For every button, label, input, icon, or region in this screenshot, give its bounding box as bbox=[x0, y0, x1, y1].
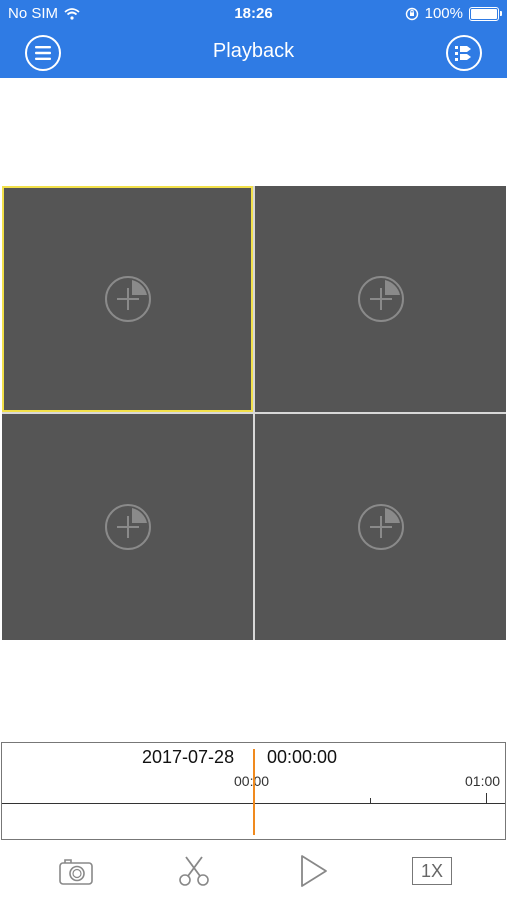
timeline-cursor[interactable] bbox=[253, 749, 255, 835]
clip-button[interactable] bbox=[172, 851, 216, 891]
speed-button[interactable]: 1X bbox=[410, 851, 454, 891]
battery-icon bbox=[469, 6, 502, 21]
device-list-button[interactable] bbox=[446, 35, 482, 71]
top-bar: No SIM 18:26 100% Playback bbox=[0, 0, 507, 78]
add-channel-icon[interactable] bbox=[103, 502, 153, 552]
add-channel-icon[interactable] bbox=[356, 502, 406, 552]
video-cell-2[interactable] bbox=[255, 186, 506, 412]
add-channel-icon[interactable] bbox=[103, 274, 153, 324]
play-button[interactable] bbox=[290, 851, 334, 891]
bottom-toolbar: 1X bbox=[0, 845, 507, 900]
battery-label: 100% bbox=[424, 5, 463, 22]
video-cell-4[interactable] bbox=[255, 414, 506, 640]
video-cell-3[interactable] bbox=[2, 414, 253, 640]
add-channel-icon[interactable] bbox=[356, 274, 406, 324]
device-list-icon bbox=[455, 46, 471, 61]
timeline[interactable]: 2017-07-28 00:00:00 00:00 01:00 bbox=[1, 742, 506, 840]
timeline-date: 2017-07-28 bbox=[142, 747, 235, 767]
status-bar: No SIM 18:26 100% bbox=[0, 0, 507, 28]
status-right-group: 100% bbox=[405, 5, 502, 22]
snapshot-button[interactable] bbox=[54, 851, 98, 891]
page-title: Playback bbox=[212, 40, 295, 62]
timeline-major-tick bbox=[486, 793, 487, 803]
speed-label: 1X bbox=[412, 857, 452, 885]
timeline-tick-start: 00:00 bbox=[234, 773, 270, 789]
scissors-icon bbox=[179, 856, 209, 886]
play-icon bbox=[301, 855, 327, 887]
playback-grid bbox=[2, 186, 506, 640]
orientation-lock-icon bbox=[405, 7, 418, 20]
camera-icon bbox=[59, 859, 93, 885]
video-cell-1[interactable] bbox=[2, 186, 253, 412]
timeline-tick-end: 01:00 bbox=[465, 773, 501, 789]
timeline-time: 00:00:00 bbox=[267, 747, 338, 767]
